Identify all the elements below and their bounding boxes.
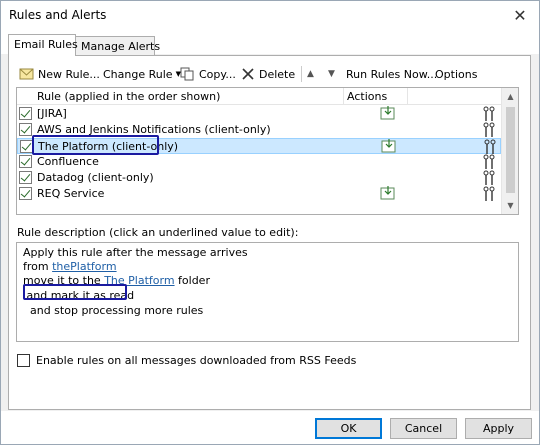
rule-name: The Platform (client-only)	[38, 140, 179, 153]
move-to-folder-icon	[381, 138, 397, 154]
email-rules-panel: New Rule... Change Rule ▼ Copy... Delete	[8, 55, 531, 410]
tab-email-rules[interactable]: Email Rules	[8, 34, 78, 56]
rule-enabled-checkbox[interactable]	[19, 155, 32, 168]
move-to-folder-icon	[380, 105, 396, 121]
rule-enabled-checkbox[interactable]	[19, 187, 32, 200]
move-to-folder-icon	[380, 185, 396, 201]
rule-name: [JIRA]	[37, 107, 67, 120]
rule-options-icon[interactable]	[483, 139, 497, 155]
delete-label: Delete	[259, 67, 296, 81]
rules-list-header: Rule (applied in the order shown) Action…	[17, 88, 501, 105]
run-rules-now-label: Run Rules Now...	[346, 67, 438, 81]
rule-name: AWS and Jenkins Notifications (client-on…	[37, 123, 271, 136]
description-line: from thePlatform	[23, 260, 117, 273]
rss-checkbox[interactable]	[17, 354, 30, 367]
copy-button[interactable]: Copy...	[180, 64, 236, 84]
change-rule-button[interactable]: Change Rule ▼	[103, 64, 181, 84]
rule-name: REQ Service	[37, 187, 105, 200]
move-up-button[interactable]: ▲	[307, 64, 314, 84]
new-rule-button[interactable]: New Rule...	[19, 64, 100, 84]
copy-label: Copy...	[199, 67, 236, 81]
description-text: move it to the	[23, 274, 105, 287]
target-folder-link[interactable]: The Platform	[104, 274, 174, 287]
column-header-rule[interactable]: Rule (applied in the order shown)	[37, 90, 220, 103]
rule-row[interactable]: AWS and Jenkins Notifications (client-on…	[17, 122, 501, 138]
rule-options-icon[interactable]	[482, 106, 496, 122]
delete-button[interactable]: Delete	[240, 64, 295, 84]
window-title: Rules and Alerts	[9, 8, 107, 22]
arrow-up-icon: ▲	[307, 69, 314, 79]
run-rules-now-button[interactable]: Run Rules Now...	[346, 64, 437, 84]
rule-row[interactable]: Datadog (client-only)	[17, 170, 501, 186]
rule-row[interactable]: REQ Service	[17, 186, 501, 202]
change-rule-label: Change Rule	[103, 67, 173, 81]
rss-checkbox-label: Enable rules on all messages downloaded …	[36, 354, 357, 367]
rule-description-box: Apply this rule after the message arrive…	[16, 242, 519, 342]
description-line: Apply this rule after the message arrive…	[23, 246, 248, 259]
rss-rules-option[interactable]: Enable rules on all messages downloaded …	[17, 354, 356, 367]
tab-manage-alerts[interactable]: Manage Alerts	[75, 36, 160, 56]
from-sender-link[interactable]: thePlatform	[52, 260, 116, 273]
rules-list-scrollbar[interactable]: ▲ ▼	[501, 88, 518, 214]
scroll-up-icon[interactable]: ▲	[502, 88, 518, 105]
rule-options-icon[interactable]	[482, 186, 496, 202]
description-text: folder	[174, 274, 210, 287]
options-label: Options	[435, 67, 478, 81]
rule-name: Confluence	[37, 155, 99, 168]
toolbar-divider	[301, 66, 302, 82]
apply-button[interactable]: Apply	[465, 418, 532, 439]
scrollbar-thumb[interactable]	[506, 107, 515, 193]
rule-enabled-checkbox[interactable]	[19, 123, 32, 136]
close-icon[interactable]: ✕	[509, 5, 531, 27]
rule-description-label: Rule description (click an underlined va…	[17, 226, 299, 239]
title-bar: Rules and Alerts ✕	[1, 1, 539, 31]
arrow-down-icon: ▼	[328, 69, 335, 79]
rule-options-icon[interactable]	[482, 154, 496, 170]
description-line: and stop processing more rules	[23, 304, 204, 317]
column-divider	[407, 88, 408, 105]
new-rule-label: New Rule...	[38, 67, 100, 81]
column-divider	[343, 88, 344, 105]
rule-enabled-checkbox[interactable]	[19, 171, 32, 184]
new-rule-icon	[19, 67, 35, 81]
rule-options-icon[interactable]	[482, 170, 496, 186]
delete-icon	[240, 67, 256, 81]
rules-and-alerts-dialog: Rules and Alerts ✕ Email Rules Manage Al…	[0, 0, 540, 445]
scroll-down-icon[interactable]: ▼	[502, 197, 518, 214]
cancel-button[interactable]: Cancel	[390, 418, 457, 439]
tab-email-rules-label: Email Rules	[14, 38, 78, 51]
ok-button[interactable]: OK	[315, 418, 382, 439]
tab-manage-alerts-label: Manage Alerts	[81, 40, 161, 53]
copy-icon	[180, 67, 196, 81]
description-line: and mark it as read	[23, 289, 135, 302]
rule-enabled-checkbox[interactable]	[19, 107, 32, 120]
description-line: move it to the The Platform folder	[23, 274, 210, 287]
rules-toolbar: New Rule... Change Rule ▼ Copy... Delete	[17, 64, 527, 84]
rule-name: Datadog (client-only)	[37, 171, 154, 184]
column-header-actions[interactable]: Actions	[347, 90, 387, 103]
rule-row[interactable]: [JIRA]	[17, 106, 501, 122]
rules-list: Rule (applied in the order shown) Action…	[16, 87, 519, 215]
description-text: from	[23, 260, 53, 273]
rule-enabled-checkbox[interactable]	[20, 140, 33, 153]
options-button[interactable]: Options	[435, 64, 477, 84]
rule-row[interactable]: Confluence	[17, 154, 501, 170]
rule-options-icon[interactable]	[482, 122, 496, 138]
rule-row-selected[interactable]: The Platform (client-only)	[17, 138, 501, 154]
move-down-button[interactable]: ▼	[328, 64, 335, 84]
